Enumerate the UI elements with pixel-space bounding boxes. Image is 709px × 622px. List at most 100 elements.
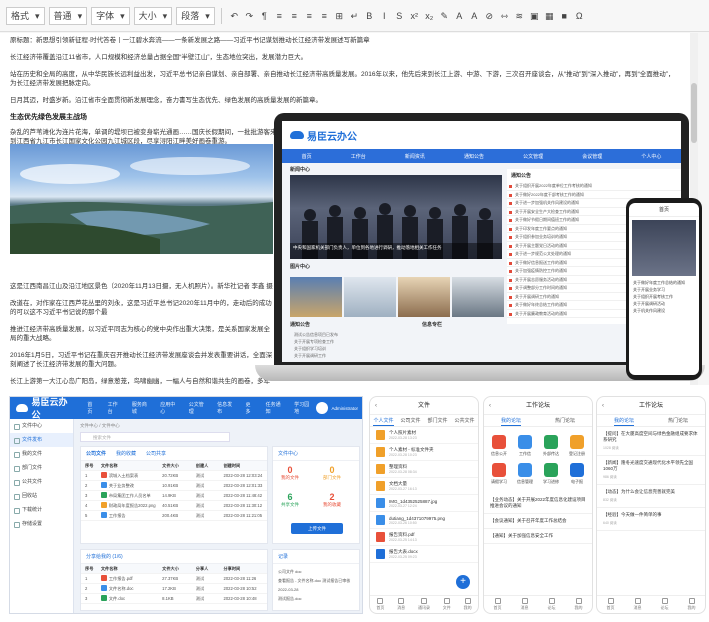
forum-post[interactable]: 【动态】为什么会让信息完善就完美 832 阅读 — [597, 485, 705, 508]
toolbar-button[interactable]: B — [363, 8, 376, 24]
app-nav-tab[interactable]: 公文管理 — [183, 401, 211, 415]
phone-tab[interactable]: 公司文件 — [400, 415, 420, 426]
toolbar-button[interactable]: ⇿ — [498, 8, 511, 24]
file-row[interactable]: 报告大表.docx 2022-03-25 09:23 — [370, 546, 478, 563]
forum-post[interactable]: 【经验】今天做一件简单的事 640 阅读 — [597, 508, 705, 531]
heading-select[interactable]: 段落 ▾ — [176, 6, 215, 25]
news-item[interactable]: 【业务动态】关于开展2022年度信息化建设项目推进会议的通知 — [484, 493, 592, 514]
file-row[interactable]: 整理资料 2022-03-28 08:34 — [370, 461, 478, 478]
news-item[interactable]: 关于开展调研活动 — [633, 300, 695, 307]
sidebar-row[interactable]: 关于组织开展2022年度单位工作考核的通知 — [507, 182, 681, 191]
file-row[interactable]: 个人素材 - 标准文件夹 2022-03-28 10:23 — [370, 444, 478, 461]
tab-my-forum[interactable]: 我的论坛 — [500, 415, 521, 426]
gallery-image[interactable] — [344, 277, 396, 317]
gallery-image[interactable] — [452, 277, 504, 317]
gallery-image[interactable] — [398, 277, 450, 317]
back-icon[interactable]: ‹ — [602, 397, 604, 415]
sidebar-item[interactable]: 下载统计 — [10, 503, 73, 517]
news-item[interactable]: 关于机关作风建设 — [633, 307, 695, 314]
toolbar-button[interactable]: ↷ — [243, 8, 256, 24]
bottom-nav-item[interactable]: 首页 — [607, 598, 615, 611]
toolbar-button[interactable]: ≋ — [513, 8, 526, 24]
toolbar-button[interactable]: ≡ — [288, 8, 301, 24]
sidebar-item[interactable]: 我的文件 — [10, 447, 73, 461]
search-input[interactable]: 搜索文件 — [80, 432, 230, 442]
tab-my-forum[interactable]: 我的论坛 — [613, 415, 634, 426]
nav-item[interactable]: 个人中心 — [641, 153, 661, 160]
phone-tab[interactable]: 个人文件 — [373, 415, 394, 426]
file-row[interactable]: 报告资料.pdf 2022-03-25 14:13 — [370, 529, 478, 546]
grid-app[interactable]: 工作信 — [512, 435, 538, 457]
nav-item[interactable]: 会议管理 — [582, 153, 602, 160]
toolbar-button[interactable]: ↶ — [228, 8, 241, 24]
list-item[interactable]: 关于组织学习培训 — [294, 345, 338, 352]
table-row[interactable]: 3 市局集团工作人员名单 14.9KB 测试 2022-03-28 11:48:42 — [81, 491, 267, 501]
bottom-nav-item[interactable]: 我的 — [575, 598, 583, 611]
list-item[interactable]: 测试公告信息项目已发布 — [294, 331, 338, 338]
toolbar-button[interactable]: x₂ — [423, 8, 436, 24]
toolbar-button[interactable]: ≡ — [273, 8, 286, 24]
phone-tab[interactable]: 公共文件 — [454, 415, 474, 426]
gallery-image[interactable] — [290, 277, 342, 317]
bottom-nav-item[interactable]: 我的 — [464, 598, 472, 611]
file-name[interactable]: 市局集团工作人员名单 — [109, 493, 151, 498]
file-name[interactable]: 工作报告 — [109, 513, 126, 518]
toolbar-button[interactable]: S — [393, 8, 406, 24]
font-select[interactable]: 字体 ▾ — [91, 6, 130, 25]
grid-app[interactable]: 请假学习 — [486, 463, 512, 485]
sidebar-item[interactable]: 回收站 — [10, 489, 73, 503]
toolbar-button[interactable]: ↵ — [348, 8, 361, 24]
news-hero-image[interactable]: 中央和国家机关部门负责人，单位到各地进行调研，推动落地相关工作任务 — [290, 175, 502, 259]
format-select[interactable]: 格式 ▾ — [6, 6, 45, 25]
toolbar-button[interactable]: I — [378, 8, 391, 24]
panel-tab[interactable]: 我的收藏 — [116, 450, 136, 457]
file-name[interactable]: 工作报告.pdf — [109, 576, 133, 581]
file-row[interactable]: 文档大量 2022-03-27 16:13 — [370, 478, 478, 495]
bottom-nav-item[interactable]: 通讯录 — [418, 598, 430, 611]
toolbar-button[interactable]: ⊘ — [483, 8, 496, 24]
toolbar-button[interactable]: A — [468, 8, 481, 24]
toolbar-button[interactable]: ✎ — [438, 8, 451, 24]
toolbar-button[interactable]: ≡ — [303, 8, 316, 24]
forum-post[interactable]: 【新闻】隆冬光速度交通现代化水平领先全国1060万 986 阅读 — [597, 456, 705, 485]
nav-item[interactable]: 新闻资讯 — [405, 153, 425, 160]
app-nav-tab[interactable]: 服务商城 — [126, 401, 154, 415]
upload-button[interactable]: 上传文件 — [291, 523, 343, 534]
file-row[interactable]: 个人照片素材 2022-03-28 13:23 — [370, 427, 478, 444]
user-menu[interactable]: Administrator — [316, 402, 358, 414]
app-nav-tab[interactable]: 更多 — [239, 401, 259, 415]
app-nav-tab[interactable]: 学习园地 — [288, 401, 316, 415]
bottom-nav-item[interactable]: 论坛 — [548, 598, 556, 611]
toolbar-button[interactable]: Ω — [573, 8, 586, 24]
toolbar-button[interactable]: ■ — [558, 8, 571, 24]
toolbar-button[interactable]: x² — [408, 8, 421, 24]
sidebar-item[interactable]: 部门文件 — [10, 461, 73, 475]
bottom-nav-item[interactable]: 论坛 — [661, 598, 669, 611]
sidebar-item[interactable]: 文件发布 — [10, 433, 73, 447]
table-row[interactable]: 3 文件.doc 8.1KB 测试 2022-03-28 10:48 — [81, 594, 267, 604]
grid-app[interactable]: 登记注册 — [564, 435, 590, 457]
file-row[interactable]: dutiang_1d4371079975.png 2022-03-26 10:50 — [370, 512, 478, 529]
news-item[interactable]: 关于开展业务学习 — [633, 286, 695, 293]
sidebar-item[interactable]: 存储设置 — [10, 517, 73, 531]
file-name[interactable]: 关于业务整改 — [109, 483, 134, 488]
bottom-nav-item[interactable]: 消息 — [634, 598, 642, 611]
nav-item[interactable]: 通知公告 — [464, 153, 484, 160]
file-name[interactable]: 文件名称.doc — [109, 586, 134, 591]
table-row[interactable]: 5 工作报告 200.4KB 测试 2022-03-28 11:21:05 — [81, 511, 267, 521]
app-nav-tab[interactable]: 首页 — [81, 401, 101, 415]
nav-item[interactable]: 公文管理 — [523, 153, 543, 160]
tab-hot-forum[interactable]: 热门论坛 — [555, 415, 575, 426]
list-item[interactable]: 关于开展调研工作 — [294, 352, 338, 359]
app-nav-tab[interactable]: 应用中心 — [154, 401, 182, 415]
table-row[interactable]: 4 财政局年度报告2022.png 40.51KB 测试 2022-03-28 11:3… — [81, 501, 267, 511]
bottom-nav-item[interactable]: 首页 — [494, 598, 502, 611]
bottom-nav-item[interactable]: 消息 — [397, 598, 405, 611]
phone-tab[interactable]: 部门文件 — [427, 415, 447, 426]
grid-app[interactable]: 电子报 — [564, 463, 590, 485]
phone-hero-image[interactable] — [632, 220, 696, 276]
tab-hot-forum[interactable]: 热门论坛 — [668, 415, 688, 426]
panel-tab[interactable]: 公司共享 — [146, 450, 166, 457]
app-nav-tab[interactable]: 工作台 — [102, 401, 126, 415]
news-item[interactable]: 关于做好年度工作总结的通知 — [633, 279, 695, 286]
